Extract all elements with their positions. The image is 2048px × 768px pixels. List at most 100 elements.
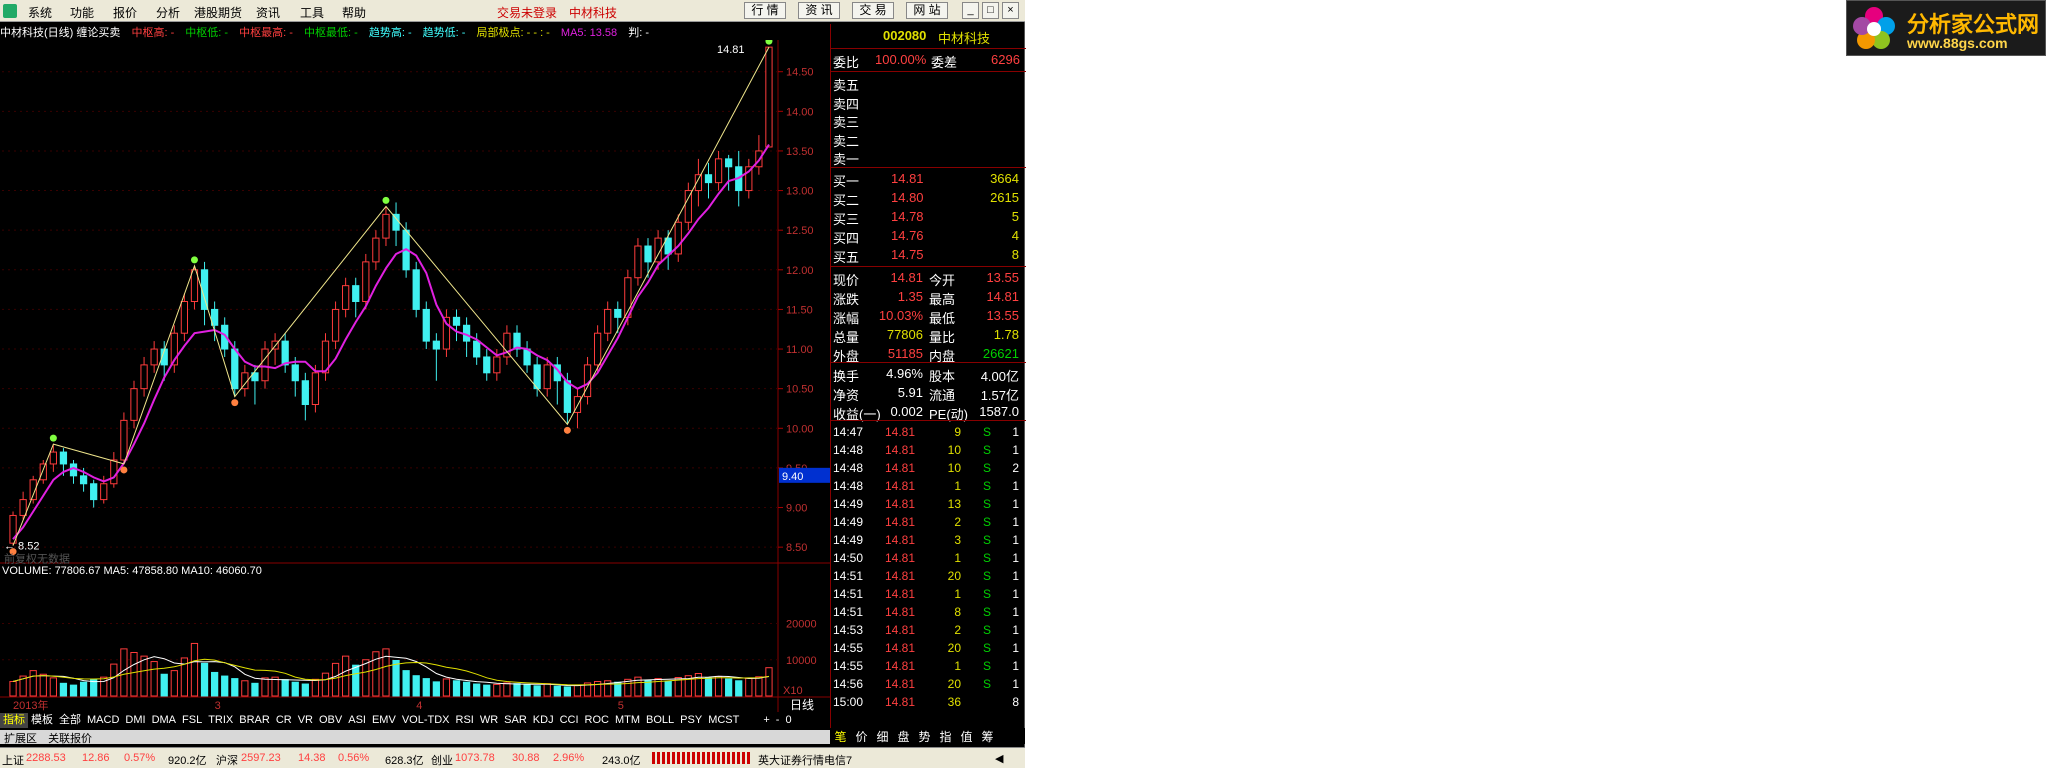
menu-news[interactable]: 资讯 xyxy=(256,4,280,21)
menu-quote[interactable]: 报价 xyxy=(113,4,137,21)
indicator-tab[interactable]: ASI xyxy=(345,713,369,728)
indicator-tab[interactable]: VR xyxy=(295,713,316,728)
stat-value-2: 13.55 xyxy=(986,270,1019,285)
indicator-tab[interactable]: CR xyxy=(273,713,295,728)
indicator-tab[interactable]: EMV xyxy=(369,713,399,728)
news-button[interactable]: 资 讯 xyxy=(798,2,840,19)
buy-volume: 4 xyxy=(1011,228,1019,243)
tick-price: 14.81 xyxy=(885,605,916,619)
quote-tab[interactable]: 势 xyxy=(914,728,935,745)
quote-tab[interactable]: 指 xyxy=(935,728,956,745)
indicator-tab[interactable]: BRAR xyxy=(236,713,273,728)
quote-tab[interactable]: 细 xyxy=(872,728,893,745)
volume-bar xyxy=(442,678,451,697)
indicator-tab[interactable]: 模板 xyxy=(28,713,56,728)
stat2-value-2: 1587.0 xyxy=(979,404,1019,419)
hs-percent: 0.56% xyxy=(338,752,370,764)
hs-index: 2597.23 xyxy=(241,752,281,764)
indicator-tab[interactable]: 全部 xyxy=(56,713,84,728)
website-button[interactable]: 网 站 xyxy=(906,2,948,19)
indicator-tab[interactable]: ROC xyxy=(582,713,612,728)
minimize-icon[interactable]: _ xyxy=(962,2,979,19)
menu-analysis[interactable]: 分析 xyxy=(156,4,180,21)
stat-label-2: 最高 xyxy=(929,292,956,307)
buy-label: 买三 xyxy=(833,212,860,227)
volume-bar xyxy=(190,642,199,697)
tick-side: S xyxy=(983,425,992,439)
indicator-tab[interactable]: SAR xyxy=(501,713,530,728)
buy-price: 14.80 xyxy=(891,190,924,205)
indicator-tab[interactable]: CCI xyxy=(557,713,582,728)
indicator-tab[interactable]: OBV xyxy=(316,713,345,728)
zoom-in-icon[interactable]: + xyxy=(760,713,772,728)
indicator-tab[interactable]: KDJ xyxy=(530,713,557,728)
menu-system[interactable]: 系统 xyxy=(28,4,52,21)
buy-label: 买一 xyxy=(833,174,860,189)
stat2-row: 净资 5.91 流通 1.57亿 xyxy=(833,384,1023,403)
tick-price: 14.81 xyxy=(885,497,916,511)
sh-label: 上证 xyxy=(2,755,24,767)
news-ticker[interactable]: 英大证券行情电信7 xyxy=(758,752,852,768)
indicator-tab[interactable]: BOLL xyxy=(643,713,677,728)
tick-count: 2 xyxy=(1012,461,1019,475)
trade-login-status[interactable]: 交易未登录 xyxy=(497,4,557,21)
close-icon[interactable]: × xyxy=(1002,2,1019,19)
trend-high: 趋势高: - xyxy=(368,27,412,39)
quote-tab[interactable]: 价 xyxy=(851,728,872,745)
buy-row: 买三 14.78 5 xyxy=(833,208,1023,227)
trade-button[interactable]: 交 易 xyxy=(852,2,894,19)
volume-bar xyxy=(241,680,249,697)
indicator-tab[interactable]: WR xyxy=(477,713,501,728)
quote-tab[interactable]: 筹 xyxy=(977,728,998,745)
buy-price: 14.75 xyxy=(891,247,924,262)
indicator-tab[interactable]: TRIX xyxy=(205,713,236,728)
menu-function[interactable]: 功能 xyxy=(70,4,94,21)
tick-price: 14.81 xyxy=(885,659,916,673)
quote-tab[interactable]: 盘 xyxy=(893,728,914,745)
stat2-label-2: 股本 xyxy=(929,369,956,384)
indicator-tab[interactable]: DMA xyxy=(149,713,179,728)
indicator-tab[interactable]: MCST xyxy=(705,713,742,728)
quote-tab[interactable]: 值 xyxy=(956,728,977,745)
quote-tab[interactable]: 笔 xyxy=(830,728,851,745)
quote-button[interactable]: 行 情 xyxy=(744,2,786,19)
menu-hk-futures[interactable]: 港股期货 xyxy=(194,4,242,21)
tick-volume: 9 xyxy=(954,425,961,439)
cy-amount: 243.0亿 xyxy=(602,755,641,767)
tab-extension[interactable]: 扩展区 xyxy=(0,733,41,745)
tick-volume: 20 xyxy=(947,677,961,691)
volume-bar xyxy=(422,678,430,697)
menu-tools[interactable]: 工具 xyxy=(300,4,324,21)
volume-bar xyxy=(593,681,602,697)
cy-change: 30.88 xyxy=(512,752,540,764)
zoom-out-icon[interactable]: - xyxy=(773,713,783,728)
indicator-tab[interactable]: FSL xyxy=(179,713,205,728)
indicator-tab[interactable]: DMI xyxy=(122,713,148,728)
maximize-icon[interactable]: □ xyxy=(982,2,999,19)
indicator-tab[interactable]: MACD xyxy=(84,713,122,728)
buy-volume: 8 xyxy=(1011,247,1019,262)
volume-bar xyxy=(231,678,239,697)
stock-code: 002080 xyxy=(883,28,927,43)
tick-row: 14:50 14.81 1 S 1 xyxy=(833,549,1023,568)
tick-side: S xyxy=(983,623,992,637)
period-label[interactable]: 日线 xyxy=(790,698,814,712)
indicator-tab[interactable]: PSY xyxy=(677,713,705,728)
tick-count: 8 xyxy=(1012,695,1019,709)
speaker-icon[interactable]: ◀ xyxy=(995,752,1003,765)
candlestick-chart[interactable]: 14.50 14.00 13.50 13.00 12.50 12.00 11.50 11.00… xyxy=(0,40,830,712)
sell-label: 卖一 xyxy=(833,152,860,167)
stat-value: 14.81 xyxy=(890,270,923,285)
indicator-tab[interactable]: VOL-TDX xyxy=(399,713,453,728)
indicator-tab[interactable]: MTM xyxy=(612,713,643,728)
volume-unit-label: X10 xyxy=(783,685,803,697)
tab-related-quotes[interactable]: 关联报价 xyxy=(44,733,96,745)
tick-count: 1 xyxy=(1012,533,1019,547)
tick-price: 14.81 xyxy=(885,587,916,601)
volume-bar xyxy=(402,670,410,697)
indicator-tab[interactable]: 指标 xyxy=(0,713,28,728)
menu-help[interactable]: 帮助 xyxy=(342,4,366,21)
reset-icon[interactable]: 0 xyxy=(782,713,794,728)
wb-value: 100.00% xyxy=(875,52,927,67)
indicator-tab[interactable]: RSI xyxy=(453,713,477,728)
